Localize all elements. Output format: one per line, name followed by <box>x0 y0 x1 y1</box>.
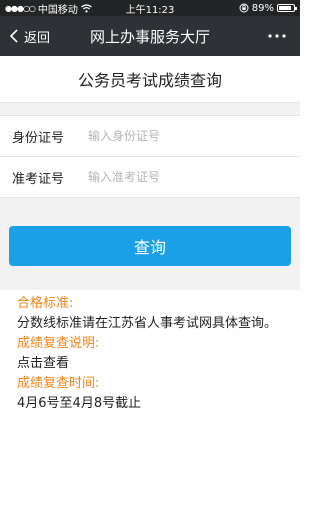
id-number-label: 身份证号 <box>12 130 65 146</box>
id-number-input[interactable] <box>86 128 280 144</box>
nav-bar: 返回 网上办事服务大厅 <box>0 16 300 56</box>
standard-text: 分数线标准请在江苏省人事考试网具体查询。 <box>17 316 278 331</box>
button-area: 查询 <box>0 226 300 290</box>
back-label: 返回 <box>24 30 51 46</box>
ticket-number-row: 准考证号 <box>0 157 300 198</box>
review-link[interactable]: 点击查看 <box>17 354 283 374</box>
id-number-row: 身份证号 <box>0 116 300 157</box>
review-time-heading: 成绩复查时间: <box>17 376 100 391</box>
back-button[interactable]: 返回 <box>0 16 50 56</box>
wifi-icon <box>81 3 92 12</box>
section-divider <box>0 103 300 116</box>
battery-icon <box>277 4 297 12</box>
orientation-lock-icon <box>239 3 249 13</box>
ticket-number-input[interactable] <box>86 169 280 185</box>
section-divider <box>0 198 300 226</box>
status-bar: ●●●○○ 中国移动 上午11:23 89% <box>0 0 300 16</box>
status-right: 89% <box>239 2 297 14</box>
query-button[interactable]: 查询 <box>9 226 291 266</box>
info-section: 合格标准: 分数线标准请在江苏省人事考试网具体查询。 成绩复查说明: 点击查看 … <box>0 290 300 414</box>
standard-heading: 合格标准: <box>17 296 74 311</box>
chevron-left-icon <box>10 29 18 43</box>
review-time-text: 4月6号至4月8号截止 <box>17 396 142 411</box>
carrier-label: 中国移动 <box>37 4 78 16</box>
battery-percent: 89% <box>251 2 274 14</box>
more-button[interactable] <box>268 16 300 56</box>
status-left: ●●●○○ 中国移动 <box>5 1 92 16</box>
signal-strength-icon: ●●●○○ <box>5 3 36 13</box>
page-title: 公务员考试成绩查询 <box>0 56 300 103</box>
review-heading: 成绩复查说明: <box>17 336 100 351</box>
more-icon <box>268 34 286 38</box>
ticket-number-label: 准考证号 <box>12 171 65 187</box>
